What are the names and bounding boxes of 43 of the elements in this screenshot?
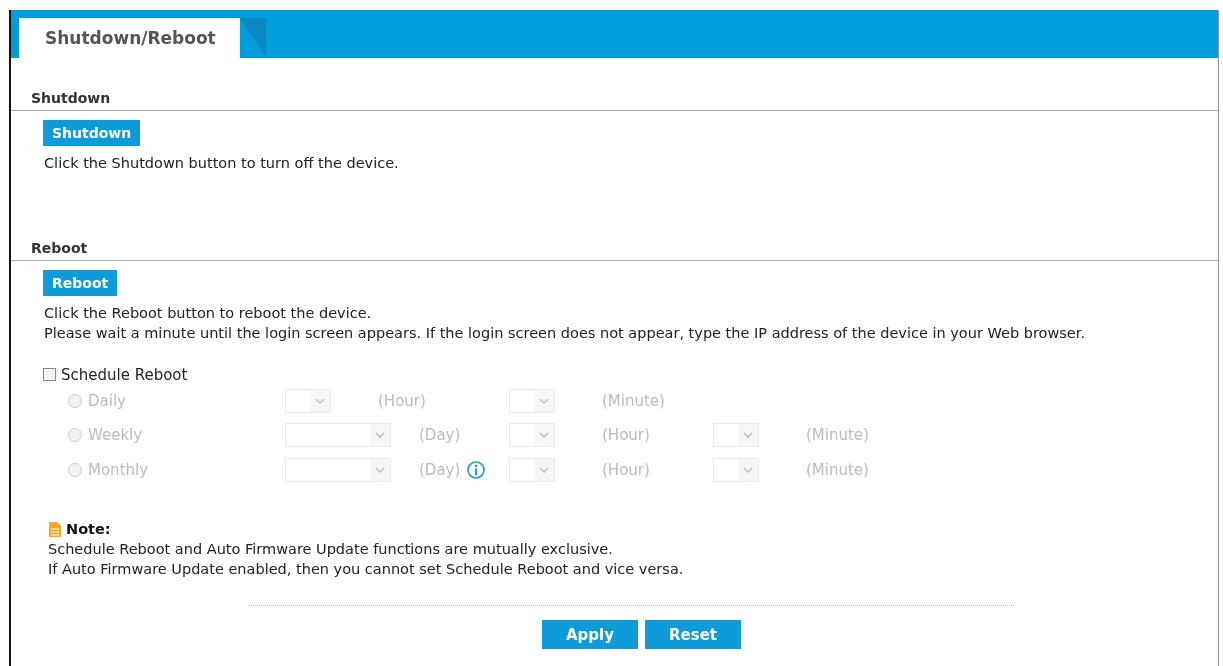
dropdown[interactable] (285, 388, 331, 413)
action-button[interactable]: Reset (645, 620, 741, 649)
dropdown[interactable] (713, 457, 759, 482)
unit-label: (Minute) (806, 426, 869, 445)
description-text: Click the Shutdown button to turn off the device. (44, 154, 400, 173)
dropdown[interactable] (713, 423, 759, 448)
section-button[interactable]: Shutdown (43, 120, 141, 146)
note-title: Note: (66, 520, 111, 539)
chevron-down-icon (375, 432, 385, 439)
checkbox-label: Schedule Reboot (61, 365, 188, 384)
chevron-down-icon (539, 466, 549, 473)
unit-label: (Hour) (378, 391, 426, 410)
tab[interactable]: Shutdown/Reboot (19, 18, 266, 58)
chevron-down-icon (743, 466, 753, 473)
radio-label: Daily (88, 391, 127, 410)
chevron-down-icon (539, 432, 549, 439)
unit-label: (Hour) (602, 460, 650, 479)
chevron-down-icon (315, 397, 325, 404)
action-button[interactable]: Apply (542, 620, 638, 649)
description-text: Click the Reboot button to reboot the device. (44, 303, 373, 323)
chevron-down-icon (539, 397, 549, 404)
description-text: Please wait a minute until the login screen appears. If the login screen does not appear, type the IP address of the device in your Web browser. (44, 324, 1086, 343)
dropdown[interactable] (509, 423, 555, 448)
note-icon (48, 520, 62, 538)
dropdown[interactable] (509, 457, 555, 482)
unit-label: (Hour) (602, 426, 650, 445)
chevron-down-icon (743, 432, 753, 439)
dropdown[interactable] (285, 423, 391, 448)
unit-label: (Minute) (602, 391, 665, 410)
section-title: Reboot (11, 239, 1218, 261)
unit-label: (Day) (419, 460, 461, 479)
unit-label: (Day) (419, 426, 461, 445)
dropdown[interactable] (509, 388, 555, 413)
radio-label: Monthly (88, 460, 150, 479)
section-title: Shutdown (11, 90, 1218, 111)
checkbox[interactable] (43, 368, 56, 381)
dropdown[interactable] (285, 457, 391, 482)
chevron-down-icon (375, 466, 385, 473)
note-text: Schedule Reboot and Auto Firmware Update functions are mutually exclusive. (48, 540, 614, 559)
radio-label: Weekly (88, 426, 144, 445)
section-button[interactable]: Reboot (43, 269, 118, 296)
note-text: If Auto Firmware Update enabled, then you cannot set Schedule Reboot and vice versa. (48, 560, 685, 579)
unit-label: (Minute) (806, 460, 869, 479)
